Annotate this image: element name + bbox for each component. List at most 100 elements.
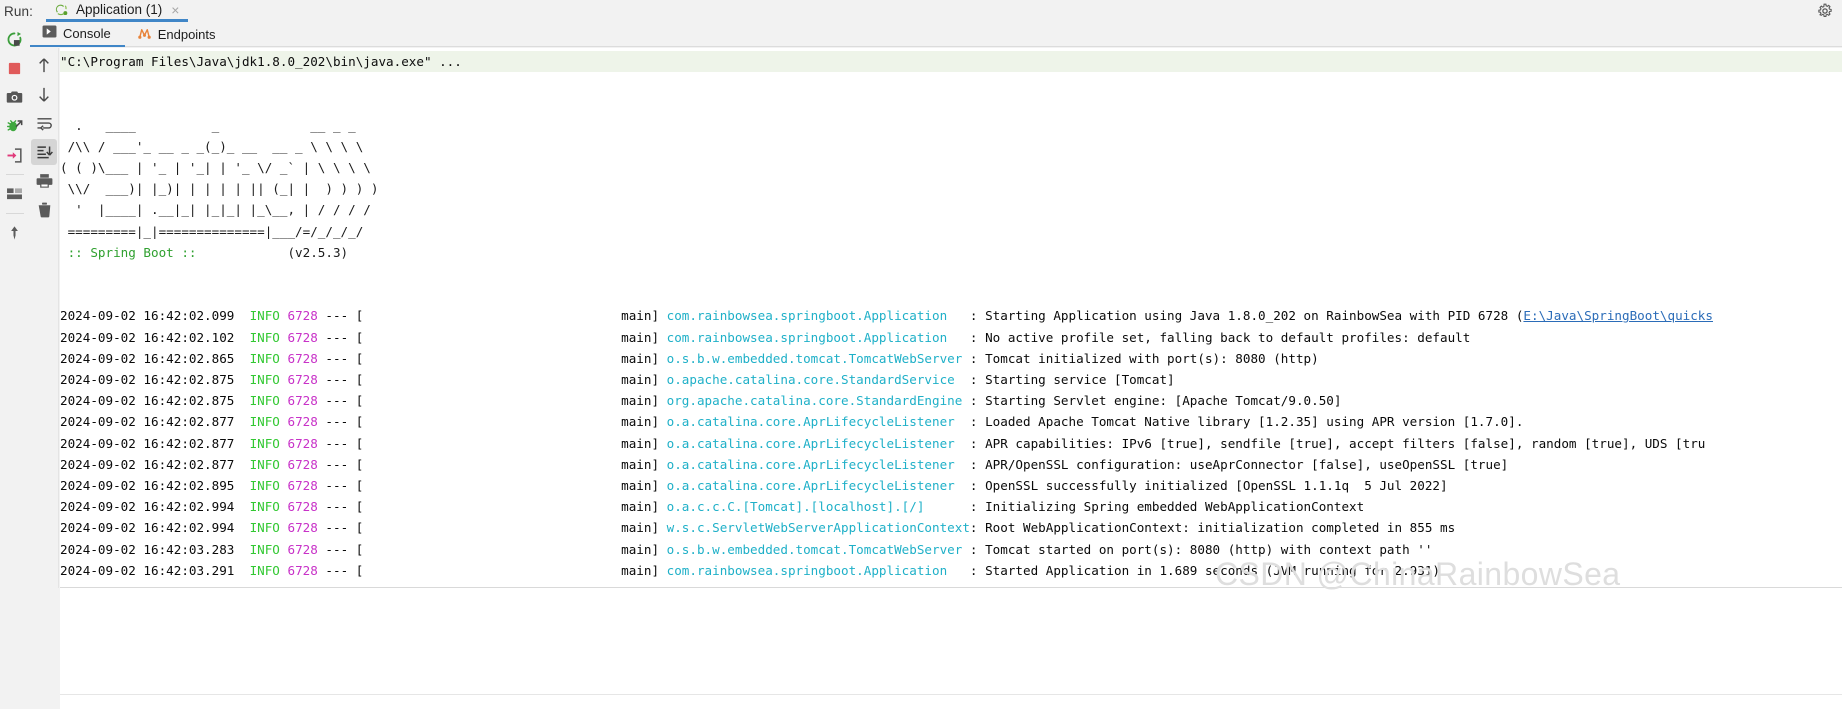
log-timestamp: 2024-09-02 16:42:02.994 xyxy=(60,499,250,514)
console-log-line: 2024-09-02 16:42:03.291 INFO 6728 --- [ … xyxy=(60,563,1440,578)
print-button[interactable] xyxy=(31,168,57,194)
log-logger: com.rainbowsea.springboot.Application xyxy=(667,308,970,323)
log-message: : Loaded Apache Tomcat Native library [1… xyxy=(970,414,1524,429)
console-log-line: 2024-09-02 16:42:02.895 INFO 6728 --- [ … xyxy=(60,478,1448,493)
log-level: INFO xyxy=(250,436,288,451)
stop-square-icon xyxy=(7,61,22,76)
log-message: : Starting Application using Java 1.8.0_… xyxy=(970,308,1524,323)
stop-button[interactable] xyxy=(2,55,28,81)
log-logger: w.s.c.ServletWebServerApplicationContext xyxy=(667,520,970,535)
console-command-line: "C:\Program Files\Java\jdk1.8.0_202\bin\… xyxy=(60,51,1842,72)
log-logger: o.a.catalina.core.AprLifecycleListener xyxy=(667,436,970,451)
horizontal-scrollbar[interactable] xyxy=(60,694,1842,708)
trash-icon xyxy=(37,202,52,218)
log-logger: o.a.c.c.C.[Tomcat].[localhost].[/] xyxy=(667,499,970,514)
scroll-down-button[interactable] xyxy=(31,81,57,107)
log-separator: --- [ xyxy=(325,351,363,366)
log-thread: main] xyxy=(363,330,666,345)
log-pid: 6728 xyxy=(287,330,325,345)
endpoints-icon xyxy=(137,26,152,43)
log-timestamp: 2024-09-02 16:42:02.877 xyxy=(60,414,250,429)
screenshot-button[interactable] xyxy=(2,84,28,110)
attach-debugger-button[interactable] xyxy=(2,142,28,168)
banner-line-6: =========|_|==============|___/=/_/_/_/ xyxy=(60,224,363,239)
log-message: : Tomcat started on port(s): 8080 (http)… xyxy=(970,542,1433,557)
run-tab-title: Application (1) xyxy=(76,2,162,17)
settings-button[interactable] xyxy=(1814,0,1836,22)
rerun-icon xyxy=(6,31,23,48)
log-level: INFO xyxy=(250,478,288,493)
banner-line-1: . ____ _ __ _ _ xyxy=(60,118,356,133)
log-thread: main] xyxy=(363,414,666,429)
log-thread: main] xyxy=(363,308,666,323)
banner-version-spacer xyxy=(204,245,287,260)
rerun-button[interactable] xyxy=(2,26,28,52)
arrow-up-icon xyxy=(36,57,52,74)
log-level: INFO xyxy=(250,351,288,366)
gear-icon xyxy=(1817,3,1833,19)
console-log-line: 2024-09-02 16:42:02.875 INFO 6728 --- [ … xyxy=(60,393,1341,408)
toolbar-divider xyxy=(6,174,24,175)
close-icon[interactable]: × xyxy=(171,3,179,17)
log-logger: o.a.catalina.core.AprLifecycleListener xyxy=(667,457,970,472)
log-thread: main] xyxy=(363,393,666,408)
log-logger: org.apache.catalina.core.StandardEngine xyxy=(667,393,970,408)
log-timestamp: 2024-09-02 16:42:02.877 xyxy=(60,457,250,472)
log-pid: 6728 xyxy=(287,499,325,514)
log-thread: main] xyxy=(363,563,666,578)
run-tab-application[interactable]: Application (1) × xyxy=(46,0,188,22)
layout-settings-button[interactable] xyxy=(2,181,28,207)
console-run-icon xyxy=(42,25,57,41)
run-label: Run: xyxy=(0,4,46,19)
log-separator: --- [ xyxy=(325,520,363,535)
log-pid: 6728 xyxy=(287,436,325,451)
banner-line-3: ( ( )\___ | '_ | '_| | '_ \/ _` | \ \ \ … xyxy=(60,160,371,175)
runbar-empty-space xyxy=(188,0,1814,22)
log-pid: 6728 xyxy=(287,478,325,493)
log-separator: --- [ xyxy=(325,457,363,472)
layout-icon xyxy=(6,187,23,201)
console-log-line: 2024-09-02 16:42:03.283 INFO 6728 --- [ … xyxy=(60,542,1432,557)
pin-tab-button[interactable] xyxy=(2,220,28,246)
log-link[interactable]: E:\Java\SpringBoot\quicks xyxy=(1523,308,1713,323)
toolbar-divider-2 xyxy=(6,213,24,214)
log-thread: main] xyxy=(363,351,666,366)
console-blank-line-2 xyxy=(60,266,68,281)
profiler-button[interactable] xyxy=(2,113,28,139)
tab-console[interactable]: Console xyxy=(30,22,125,47)
clear-all-button[interactable] xyxy=(31,197,57,223)
log-timestamp: 2024-09-02 16:42:02.895 xyxy=(60,478,250,493)
tab-endpoints[interactable]: Endpoints xyxy=(125,22,230,47)
banner-version-value: (v2.5.3) xyxy=(287,245,348,260)
log-message: : APR capabilities: IPv6 [true], sendfil… xyxy=(970,436,1705,451)
scroll-up-button[interactable] xyxy=(31,52,57,78)
soft-wrap-button[interactable] xyxy=(31,110,57,136)
console-output[interactable]: "C:\Program Files\Java\jdk1.8.0_202\bin\… xyxy=(60,48,1842,588)
console-log-line: 2024-09-02 16:42:02.994 INFO 6728 --- [ … xyxy=(60,499,1364,514)
console-log-line: 2024-09-02 16:42:02.875 INFO 6728 --- [ … xyxy=(60,372,1175,387)
tab-console-label: Console xyxy=(63,26,111,41)
log-level: INFO xyxy=(250,330,288,345)
log-pid: 6728 xyxy=(287,414,325,429)
tab-endpoints-label: Endpoints xyxy=(158,27,216,42)
log-timestamp: 2024-09-02 16:42:02.994 xyxy=(60,520,250,535)
console-log-line: 2024-09-02 16:42:02.877 INFO 6728 --- [ … xyxy=(60,457,1508,472)
banner-line-5: ' |____| .__|_| |_|_| |_\__, | / / / / xyxy=(60,202,371,217)
log-message: : OpenSSL successfully initialized [Open… xyxy=(970,478,1448,493)
left-toolbar-bottom-strip xyxy=(0,588,60,709)
log-separator: --- [ xyxy=(325,330,363,345)
console-log-rows: 2024-09-02 16:42:02.099 INFO 6728 --- [ … xyxy=(60,308,1713,577)
tool-window-tabs: Console Endpoints xyxy=(30,22,1842,47)
log-timestamp: 2024-09-02 16:42:02.877 xyxy=(60,436,250,451)
log-separator: --- [ xyxy=(325,414,363,429)
scroll-to-end-button[interactable] xyxy=(31,139,57,165)
soft-wrap-icon xyxy=(36,116,53,131)
banner-version-line: :: Spring Boot :: (v2.5.3) xyxy=(60,245,348,260)
log-logger: o.s.b.w.embedded.tomcat.TomcatWebServer xyxy=(667,542,970,557)
log-level: INFO xyxy=(250,542,288,557)
log-pid: 6728 xyxy=(287,393,325,408)
log-thread: main] xyxy=(363,542,666,557)
log-thread: main] xyxy=(363,436,666,451)
log-message: : Starting service [Tomcat] xyxy=(970,372,1175,387)
log-pid: 6728 xyxy=(287,372,325,387)
